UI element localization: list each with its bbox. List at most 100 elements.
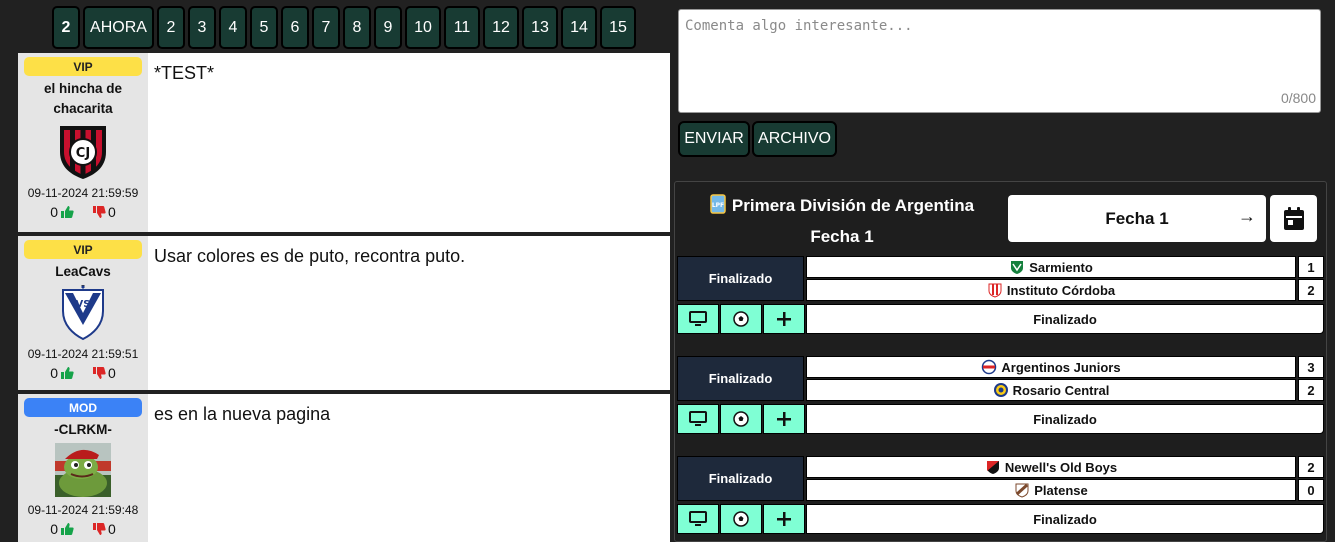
tab-page-10[interactable]: 10: [405, 6, 441, 49]
like-button[interactable]: 0: [50, 365, 74, 381]
tab-ahora[interactable]: AHORA: [83, 6, 154, 49]
page-tabs: 2 AHORA 2 3 4 5 6 7 8 9 10 11 12 13 14 1…: [52, 6, 636, 49]
comment-text: Usar colores es de puto, recontra puto.: [154, 246, 466, 266]
velez-crest-icon: VS: [62, 285, 104, 341]
thumbs-down-icon: [93, 206, 106, 218]
watch-button[interactable]: [677, 504, 719, 534]
home-team[interactable]: Newell's Old Boys: [806, 456, 1296, 478]
username[interactable]: el hincha de chacarita: [28, 79, 138, 119]
dislike-count: 0: [108, 204, 116, 220]
comment-text: es en la nueva pagina: [154, 404, 331, 424]
tab-page-3[interactable]: 3: [188, 6, 216, 49]
tab-page-2[interactable]: 2: [157, 6, 185, 49]
avatar[interactable]: VS: [59, 285, 107, 341]
svg-text:VS: VS: [76, 299, 91, 310]
tab-page-14[interactable]: 14: [561, 6, 597, 49]
tab-page-5[interactable]: 5: [250, 6, 278, 49]
soccer-ball-icon: [733, 311, 749, 327]
timestamp: 09-11-2024 21:59:51: [27, 347, 139, 361]
away-score: 2: [1298, 279, 1324, 301]
tab-page-12[interactable]: 12: [483, 6, 519, 49]
attach-file-button[interactable]: ARCHIVO: [752, 121, 837, 157]
ball-button[interactable]: [720, 504, 762, 534]
comment-text: *TEST*: [154, 63, 215, 83]
username[interactable]: LeaCavs: [55, 262, 111, 282]
vip-badge: VIP: [24, 240, 142, 259]
league-logo-icon: LPF: [710, 194, 726, 223]
tab-current[interactable]: 2: [52, 6, 80, 49]
tab-page-4[interactable]: 4: [219, 6, 247, 49]
comment-input[interactable]: [679, 10, 1320, 112]
plus-icon: [777, 412, 791, 426]
match-result-status: Finalizado: [806, 404, 1324, 434]
ball-button[interactable]: [720, 404, 762, 434]
like-count: 0: [50, 204, 58, 220]
match-status-cell: Finalizado: [677, 356, 804, 401]
avatar[interactable]: [55, 443, 111, 497]
ball-button[interactable]: [720, 304, 762, 334]
dislike-button[interactable]: 0: [92, 521, 116, 537]
dislike-button[interactable]: 0: [92, 204, 116, 220]
monitor-icon: [689, 411, 707, 426]
thumbs-up-icon: [61, 367, 74, 379]
calendar-button[interactable]: [1270, 195, 1317, 242]
tab-page-8[interactable]: 8: [343, 6, 371, 49]
soccer-ball-icon: [733, 411, 749, 427]
tab-page-9[interactable]: 9: [374, 6, 402, 49]
home-team[interactable]: Argentinos Juniors: [806, 356, 1296, 378]
send-button[interactable]: ENVIAR: [678, 121, 750, 157]
round-name: Fecha 1: [810, 227, 874, 246]
like-count: 0: [50, 365, 58, 381]
vip-badge: VIP: [24, 57, 142, 76]
mod-badge: MOD: [24, 398, 142, 417]
more-button[interactable]: [763, 404, 805, 434]
round-selector-label: Fecha 1: [1105, 208, 1169, 228]
monitor-icon: [689, 311, 707, 326]
watch-button[interactable]: [677, 404, 719, 434]
platense-crest-icon: [1014, 482, 1030, 498]
league-name: Primera División de Argentina: [731, 196, 975, 215]
tab-page-11[interactable]: 11: [444, 6, 480, 49]
comment-list: VIP el hincha de chacarita CJ 09-11-2024…: [18, 53, 670, 542]
away-team[interactable]: Platense: [806, 479, 1296, 501]
svg-text:LPF: LPF: [712, 202, 724, 209]
match-status-cell: Finalizado: [677, 456, 804, 501]
instituto-crest-icon: [987, 282, 1003, 298]
fixture-header: LPF Primera División de Argentina Fecha …: [697, 192, 987, 251]
svg-text:CJ: CJ: [76, 146, 90, 161]
arrow-right-icon: →: [1238, 206, 1256, 226]
away-team[interactable]: Rosario Central: [806, 379, 1296, 401]
watch-button[interactable]: [677, 304, 719, 334]
more-button[interactable]: [763, 304, 805, 334]
away-team[interactable]: Instituto Córdoba: [806, 279, 1296, 301]
home-team[interactable]: Sarmiento: [806, 256, 1296, 278]
away-team-name: Instituto Córdoba: [1006, 282, 1116, 298]
tab-page-6[interactable]: 6: [281, 6, 309, 49]
username[interactable]: -CLRKM-: [54, 420, 112, 440]
round-selector[interactable]: Fecha 1 →: [1008, 195, 1266, 242]
tab-page-7[interactable]: 7: [312, 6, 340, 49]
comment-author-panel: VIP el hincha de chacarita CJ 09-11-2024…: [18, 53, 148, 232]
fixture-panel: LPF Primera División de Argentina Fecha …: [674, 181, 1327, 542]
match-result-status: Finalizado: [806, 304, 1324, 334]
tab-page-15[interactable]: 15: [600, 6, 636, 49]
more-button[interactable]: [763, 504, 805, 534]
thumbs-up-icon: [61, 523, 74, 535]
comment-item: VIP el hincha de chacarita CJ 09-11-2024…: [18, 53, 670, 236]
dislike-count: 0: [108, 365, 116, 381]
plus-icon: [777, 512, 791, 526]
like-button[interactable]: 0: [50, 521, 74, 537]
match-status-cell: Finalizado: [677, 256, 804, 301]
soccer-ball-icon: [733, 511, 749, 527]
vote-bar: 0 0: [50, 365, 116, 381]
comment-author-panel: VIP LeaCavs VS 09-11-2024 21:59:51 0 0: [18, 236, 148, 390]
tab-page-13[interactable]: 13: [522, 6, 558, 49]
dislike-button[interactable]: 0: [92, 365, 116, 381]
char-counter: 0/800: [1280, 90, 1316, 106]
like-button[interactable]: 0: [50, 204, 74, 220]
avatar[interactable]: CJ: [56, 122, 110, 180]
thumbs-down-icon: [93, 367, 106, 379]
comment-composer: 0/800: [678, 9, 1321, 113]
timestamp: 09-11-2024 21:59:59: [27, 186, 139, 200]
rosario-central-crest-icon: [993, 382, 1009, 398]
